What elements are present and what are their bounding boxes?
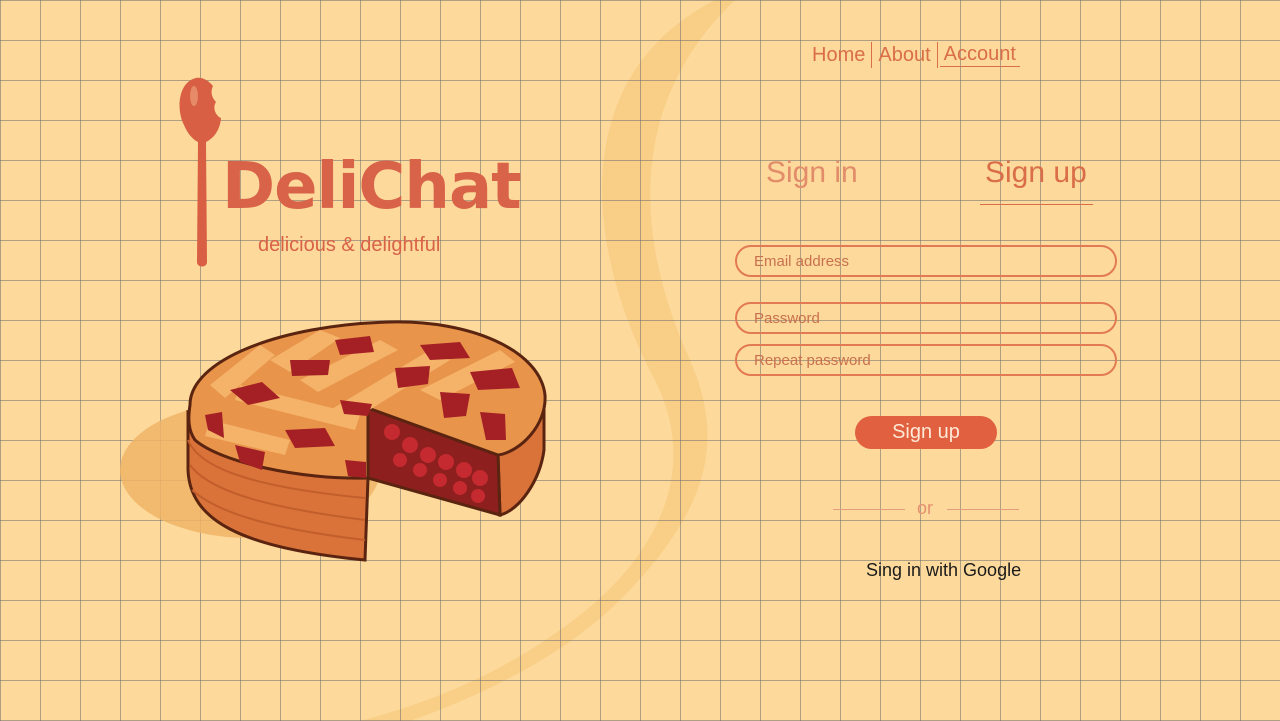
tab-sign-up[interactable]: Sign up bbox=[985, 156, 1087, 190]
nav-separator bbox=[871, 42, 873, 68]
password-input[interactable] bbox=[737, 304, 1115, 332]
password-field bbox=[735, 302, 1117, 334]
repeat-password-input[interactable] bbox=[737, 346, 1115, 374]
nav-about-link[interactable]: About bbox=[874, 44, 934, 67]
brand-tagline: delicious & delightful bbox=[258, 234, 441, 256]
nav-account-link[interactable]: Account bbox=[939, 43, 1020, 67]
google-sign-in-link[interactable]: Sing in with Google bbox=[866, 560, 1021, 581]
divider-line-right bbox=[947, 509, 1019, 510]
spoon-icon bbox=[179, 77, 221, 267]
cherry-pie-illustration bbox=[120, 320, 547, 562]
divider-or: or bbox=[917, 498, 934, 518]
active-tab-underline bbox=[980, 204, 1093, 205]
repeat-password-field bbox=[735, 344, 1117, 376]
nav-home-link[interactable]: Home bbox=[808, 44, 869, 67]
brand-name: DeliChat bbox=[222, 150, 522, 224]
tab-sign-in[interactable]: Sign in bbox=[766, 156, 858, 190]
sign-up-button[interactable]: Sign up bbox=[855, 416, 997, 449]
nav-separator bbox=[936, 42, 938, 68]
email-field bbox=[735, 245, 1117, 277]
email-input[interactable] bbox=[737, 247, 1115, 275]
divider-line-left bbox=[833, 509, 905, 510]
top-nav: Home About Account bbox=[808, 42, 1020, 68]
